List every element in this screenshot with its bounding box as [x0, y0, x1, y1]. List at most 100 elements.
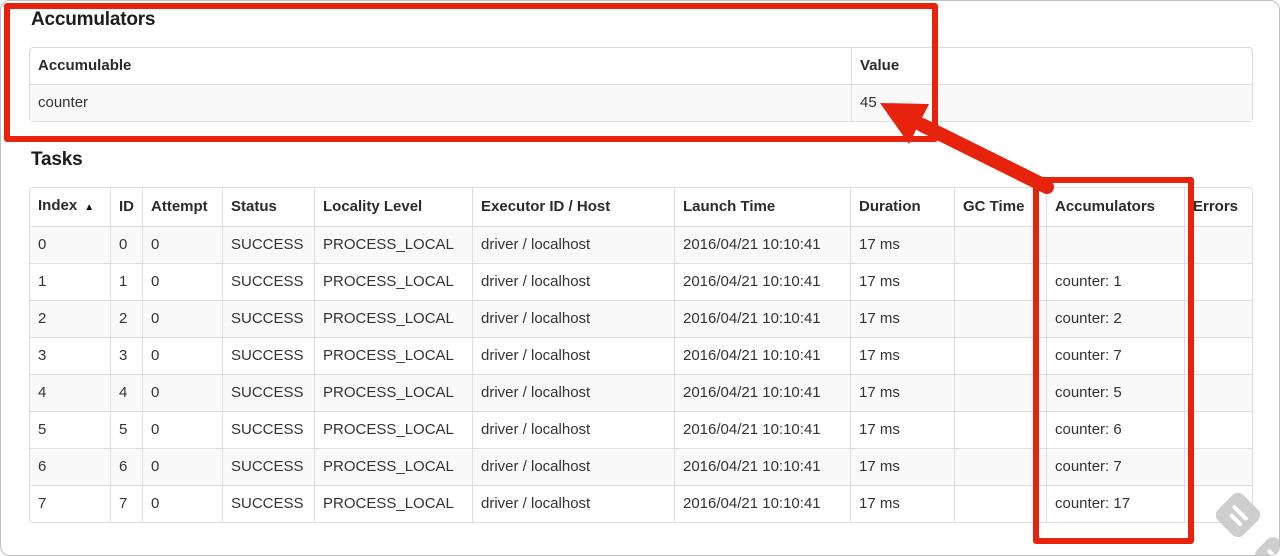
accumulators-table: Accumulable Value counter 45	[29, 47, 1253, 122]
cell-accumulators	[1046, 226, 1184, 263]
cell-index: 6	[30, 448, 110, 485]
cell-locality: PROCESS_LOCAL	[314, 263, 472, 300]
cell-errors	[1184, 485, 1252, 522]
cell-duration: 17 ms	[850, 300, 954, 337]
cell-launch: 2016/04/21 10:10:41	[674, 485, 850, 522]
column-header-index[interactable]: Index ▲	[30, 188, 110, 226]
cell-status: SUCCESS	[222, 337, 314, 374]
cell-name: counter	[30, 84, 851, 121]
cell-id: 0	[110, 226, 142, 263]
cell-accumulators: counter: 2	[1046, 300, 1184, 337]
cell-executor: driver / localhost	[472, 374, 674, 411]
column-header-accumulators[interactable]: Accumulators	[1046, 188, 1184, 226]
column-header-executor-id-host[interactable]: Executor ID / Host	[472, 188, 674, 226]
cell-duration: 17 ms	[850, 226, 954, 263]
column-header-index-label: Index	[38, 197, 78, 214]
cell-status: SUCCESS	[222, 448, 314, 485]
cell-index: 1	[30, 263, 110, 300]
column-header-duration[interactable]: Duration	[850, 188, 954, 226]
cell-launch: 2016/04/21 10:10:41	[674, 374, 850, 411]
column-header-launch-time[interactable]: Launch Time	[674, 188, 850, 226]
cell-id: 6	[110, 448, 142, 485]
cell-locality: PROCESS_LOCAL	[314, 337, 472, 374]
page-container: Accumulators Accumulable Value counter 45…	[0, 0, 1280, 556]
column-header-locality-level[interactable]: Locality Level	[314, 188, 472, 226]
cell-accumulators: counter: 7	[1046, 448, 1184, 485]
cell-executor: driver / localhost	[472, 411, 674, 448]
table-row: 2 2 0 SUCCESS PROCESS_LOCAL driver / localhos…	[30, 300, 1252, 337]
cell-duration: 17 ms	[850, 485, 954, 522]
cell-locality: PROCESS_LOCAL	[314, 411, 472, 448]
cell-status: SUCCESS	[222, 263, 314, 300]
table-row: 6 6 0 SUCCESS PROCESS_LOCAL driver / localhos…	[30, 448, 1252, 485]
cell-locality: PROCESS_LOCAL	[314, 374, 472, 411]
cell-errors	[1184, 374, 1252, 411]
tasks-header-row: Index ▲ ID Attempt Status Locality Level …	[30, 188, 1252, 226]
cell-errors	[1184, 337, 1252, 374]
column-header-id[interactable]: ID	[110, 188, 142, 226]
cell-gc	[954, 226, 1046, 263]
column-header-attempt[interactable]: Attempt	[142, 188, 222, 226]
cell-accumulators: counter: 7	[1046, 337, 1184, 374]
cell-accumulators: counter: 6	[1046, 411, 1184, 448]
cell-index: 2	[30, 300, 110, 337]
cell-launch: 2016/04/21 10:10:41	[674, 263, 850, 300]
table-row: 4 4 0 SUCCESS PROCESS_LOCAL driver / localhos…	[30, 374, 1252, 411]
cell-attempt: 0	[142, 374, 222, 411]
column-header-status[interactable]: Status	[222, 188, 314, 226]
cell-launch: 2016/04/21 10:10:41	[674, 337, 850, 374]
cell-gc	[954, 411, 1046, 448]
cell-locality: PROCESS_LOCAL	[314, 226, 472, 263]
cell-id: 4	[110, 374, 142, 411]
cell-status: SUCCESS	[222, 411, 314, 448]
cell-status: SUCCESS	[222, 374, 314, 411]
cell-duration: 17 ms	[850, 374, 954, 411]
table-row: counter 45	[30, 84, 1252, 121]
main-content: Accumulators Accumulable Value counter 45…	[1, 1, 1279, 523]
cell-executor: driver / localhost	[472, 337, 674, 374]
cell-attempt: 0	[142, 337, 222, 374]
table-row: 0 0 0 SUCCESS PROCESS_LOCAL driver / localhos…	[30, 226, 1252, 263]
cell-accumulators: counter: 17	[1046, 485, 1184, 522]
cell-id: 2	[110, 300, 142, 337]
cell-launch: 2016/04/21 10:10:41	[674, 411, 850, 448]
cell-duration: 17 ms	[850, 448, 954, 485]
cell-accumulators: counter: 1	[1046, 263, 1184, 300]
cell-gc	[954, 448, 1046, 485]
cell-index: 4	[30, 374, 110, 411]
watermark-corner-icon	[1251, 533, 1279, 555]
tasks-section-title: Tasks	[31, 149, 83, 170]
cell-gc	[954, 485, 1046, 522]
cell-duration: 17 ms	[850, 411, 954, 448]
table-row: 7 7 0 SUCCESS PROCESS_LOCAL driver / localhos…	[30, 485, 1252, 522]
cell-accumulators: counter: 5	[1046, 374, 1184, 411]
cell-attempt: 0	[142, 226, 222, 263]
cell-attempt: 0	[142, 263, 222, 300]
cell-attempt: 0	[142, 411, 222, 448]
accumulators-section-title: Accumulators	[31, 9, 156, 30]
cell-status: SUCCESS	[222, 485, 314, 522]
cell-index: 0	[30, 226, 110, 263]
sort-ascending-icon: ▲	[84, 202, 95, 213]
column-header-accumulable[interactable]: Accumulable	[30, 48, 851, 84]
cell-duration: 17 ms	[850, 263, 954, 300]
cell-launch: 2016/04/21 10:10:41	[674, 448, 850, 485]
cell-locality: PROCESS_LOCAL	[314, 485, 472, 522]
column-header-errors[interactable]: Errors	[1184, 188, 1252, 226]
cell-value: 45	[851, 84, 1252, 121]
column-header-gc-time[interactable]: GC Time	[954, 188, 1046, 226]
cell-errors	[1184, 300, 1252, 337]
accumulators-header-row: Accumulable Value	[30, 48, 1252, 84]
cell-gc	[954, 374, 1046, 411]
cell-launch: 2016/04/21 10:10:41	[674, 226, 850, 263]
cell-id: 5	[110, 411, 142, 448]
cell-attempt: 0	[142, 300, 222, 337]
cell-gc	[954, 300, 1046, 337]
cell-index: 3	[30, 337, 110, 374]
cell-executor: driver / localhost	[472, 226, 674, 263]
cell-executor: driver / localhost	[472, 448, 674, 485]
cell-errors	[1184, 411, 1252, 448]
table-row: 1 1 0 SUCCESS PROCESS_LOCAL driver / localhos…	[30, 263, 1252, 300]
column-header-value[interactable]: Value	[851, 48, 1252, 84]
tasks-table: Index ▲ ID Attempt Status Locality Level …	[29, 187, 1253, 523]
